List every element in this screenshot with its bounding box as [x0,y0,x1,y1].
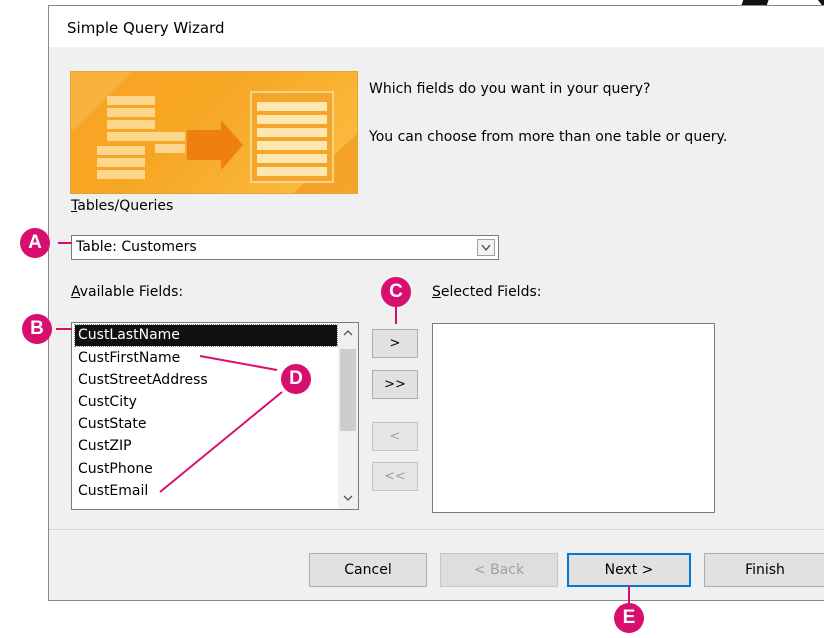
remove-all-fields-button[interactable]: << [372,462,418,491]
list-item-custlastname[interactable]: CustLastName [74,324,338,347]
tables-queries-value: Table: Customers [76,239,197,255]
simple-query-wizard-dialog: Simple Query Wizard Which fields do you … [48,5,824,601]
vertical-scrollbar[interactable] [338,323,358,509]
selected-fields-list[interactable] [432,323,715,513]
list-item-custphone[interactable]: CustPhone [75,459,337,480]
tables-queries-label-text: ables/Queries [77,198,174,214]
callout-badge-b: B [22,314,52,344]
tables-queries-label: Tables/Queries [71,198,174,214]
title-bar: Simple Query Wizard [49,6,824,47]
chevron-down-icon [481,244,491,252]
selected-fields-label: Selected Fields: [432,284,542,300]
dropdown-button[interactable] [477,239,495,256]
remove-field-button[interactable]: < [372,422,418,451]
table-to-query-icon [71,72,357,193]
scroll-up-icon[interactable] [342,328,354,338]
wizard-banner-image [70,71,358,194]
fields-question: Which fields do you want in your query? [369,81,651,97]
fields-hint: You can choose from more than one table … [369,129,728,145]
callout-badge-e: E [614,603,644,633]
cancel-button[interactable]: Cancel [309,553,427,587]
tables-queries-combobox[interactable]: Table: Customers [71,235,499,260]
scroll-down-icon[interactable] [342,493,354,503]
callout-badge-a: A [20,228,50,258]
callout-badge-c: C [381,277,411,307]
add-field-button[interactable]: > [372,329,418,358]
finish-button[interactable]: Finish [704,553,824,587]
list-item-custcity[interactable]: CustCity [75,392,337,413]
add-all-fields-button[interactable]: >> [372,370,418,399]
callout-badge-d: D [281,364,311,394]
list-item-custzip[interactable]: CustZIP [75,436,337,457]
available-fields-list[interactable]: CustLastName CustFirstName CustStreetAdd… [71,322,359,510]
list-item-custstate[interactable]: CustState [75,414,337,435]
list-item-custemail[interactable]: CustEmail [75,481,337,502]
window-title: Simple Query Wizard [67,19,225,37]
back-button[interactable]: < Back [440,553,558,587]
available-fields-label: Available Fields: [71,284,184,300]
scrollbar-thumb[interactable] [340,349,356,431]
next-button[interactable]: Next > [567,553,691,587]
footer-divider [49,529,824,530]
